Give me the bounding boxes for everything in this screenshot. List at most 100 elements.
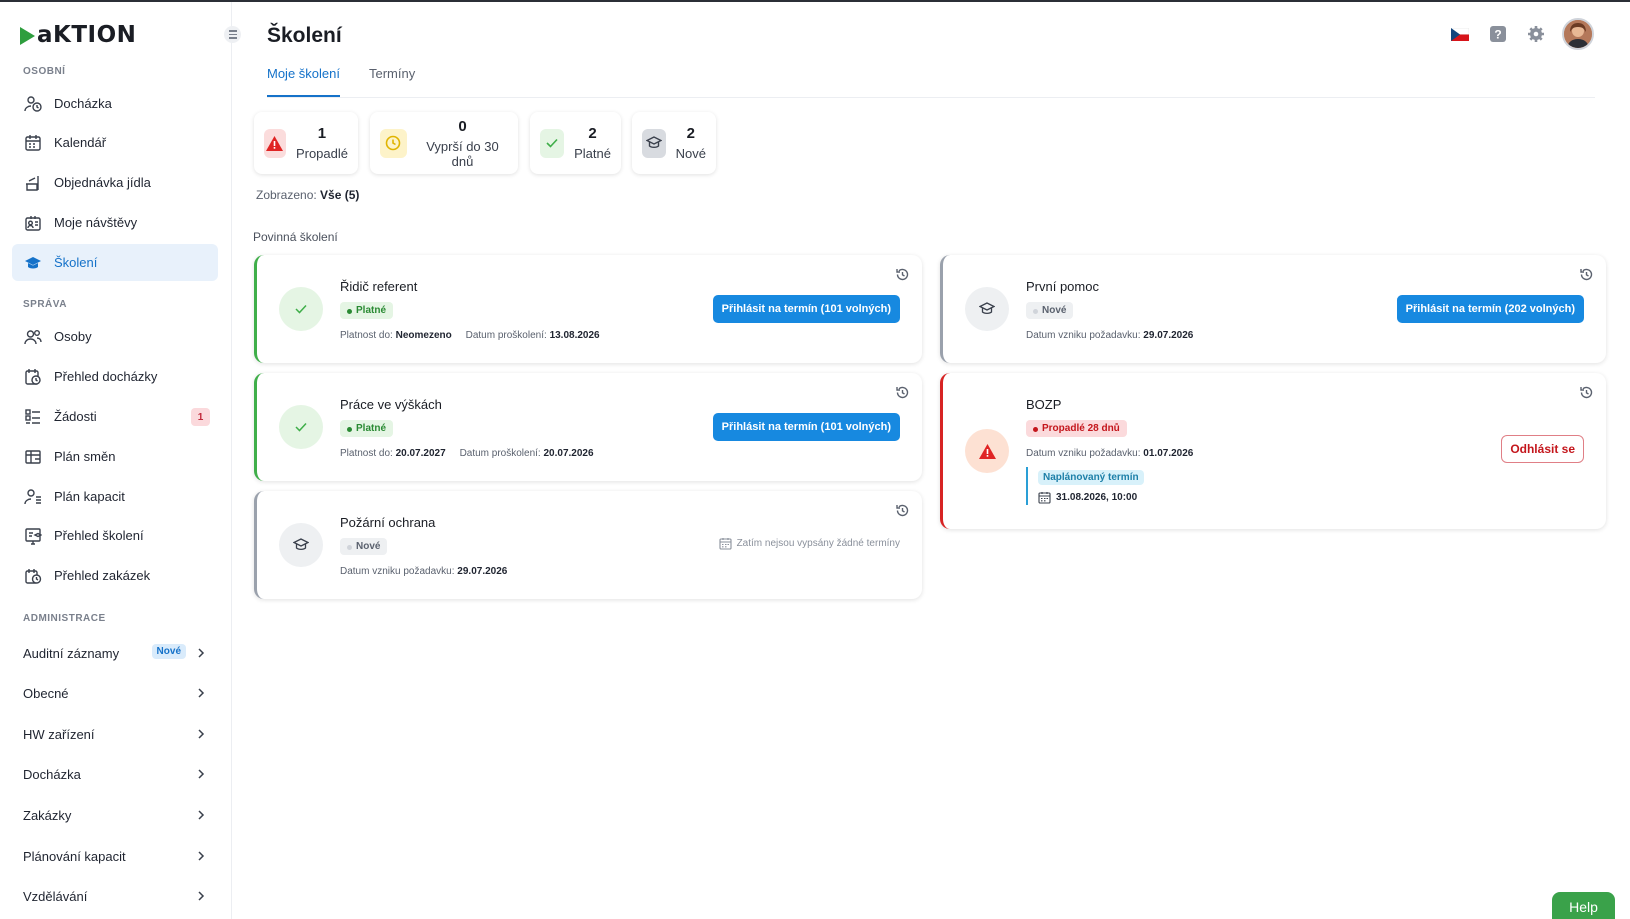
request-date-value: 01.07.2026 (1143, 448, 1194, 459)
sidebar-item-attendance-overview[interactable]: Přehled docházky (12, 358, 218, 395)
sidebar-item-label: Plánování kapacit (23, 848, 126, 864)
unregister-button[interactable]: Odhlásit se (1501, 435, 1584, 463)
aktion-logo[interactable]: aKTION (20, 24, 136, 47)
warning-icon (965, 429, 1009, 473)
chevron-right-icon (198, 688, 205, 698)
sidebar-item-label: Obecné (23, 685, 69, 701)
graduation-cap-icon (965, 287, 1009, 331)
sidebar-collapse-button[interactable] (224, 26, 241, 43)
display-filter-prefix: Zobrazeno: (256, 188, 317, 202)
sidebar-item-capacity-planning[interactable]: Plánování kapacit (23, 841, 208, 871)
capacity-plan-icon (24, 488, 42, 506)
display-filter-value: Vše (5) (320, 188, 360, 202)
sidebar-item-label: Docházka (23, 766, 81, 782)
history-icon[interactable] (895, 385, 910, 400)
logo-play-icon (20, 26, 35, 45)
sidebar-item-people[interactable]: Osoby (12, 318, 218, 355)
register-term-button[interactable]: Přihlásit na termín (101 volných) (712, 413, 900, 441)
chevron-right-icon (198, 851, 205, 861)
request-date-label: Datum vzniku požadavku: (1026, 448, 1141, 459)
no-terms-note: Zatím nejsou vypsány žádné termíny (719, 537, 900, 550)
training-card: Řidič referent Platné Platnost do: Neome… (254, 255, 922, 363)
check-icon (279, 405, 323, 449)
no-terms-text: Zatím nejsou vypsány žádné termíny (736, 538, 900, 549)
sidebar-item-general[interactable]: Obecné (23, 678, 208, 708)
status-badge: Propadlé 28 dnů (1026, 420, 1127, 437)
training-card: Práce ve výškách Platné Platnost do: 20.… (254, 373, 922, 481)
svg-text:?: ? (1494, 28, 1501, 42)
sidebar-item-education[interactable]: Vzdělávání (23, 881, 208, 911)
training-card: Požární ochrana Nové Datum vzniku požada… (254, 491, 922, 599)
history-icon[interactable] (895, 503, 910, 518)
status-badge: Platné (340, 420, 394, 437)
section-label-management: SPRÁVA (23, 299, 67, 310)
help-button[interactable]: Help (1552, 892, 1615, 919)
trained-date-label: Datum proškolení: (459, 448, 541, 459)
chevron-right-icon (198, 648, 205, 658)
sidebar-item-orders[interactable]: Zakázky (23, 800, 208, 830)
stat-card-expiring[interactable]: 0 Vyprší do 30 dnů (370, 112, 518, 174)
stat-card-new[interactable]: 2 Nové (632, 112, 716, 174)
register-term-button[interactable]: Přihlásit na termín (101 volných) (712, 295, 900, 323)
training-title: Práce ve výškách (340, 397, 442, 412)
sidebar: aKTION OSOBNÍ Docházka Kalendář Objednáv… (0, 2, 232, 919)
history-icon[interactable] (1579, 385, 1594, 400)
sidebar-item-meal-order[interactable]: Objednávka jídla (12, 164, 218, 201)
display-filter[interactable]: Zobrazeno: Vše (5) (256, 188, 359, 202)
sidebar-item-requests[interactable]: Žádosti 1 (12, 398, 218, 435)
history-icon[interactable] (1579, 267, 1594, 282)
planned-term-badge: Naplánovaný termín (1038, 470, 1144, 485)
graduation-cap-icon (24, 254, 42, 272)
training-meta: Platnost do: Neomezeno Datum proškolení:… (340, 330, 600, 341)
gear-icon[interactable] (1524, 22, 1548, 46)
tab-terms[interactable]: Termíny (369, 66, 415, 97)
check-icon (279, 287, 323, 331)
training-card: BOZP Propadlé 28 dnů Datum vzniku požada… (940, 373, 1606, 529)
valid-until-value: Neomezeno (395, 330, 452, 341)
sidebar-item-admin-attendance[interactable]: Docházka (23, 759, 208, 789)
training-title: Požární ochrana (340, 515, 436, 530)
visits-icon (24, 214, 42, 232)
register-term-button[interactable]: Přihlásit na termín (202 volných) (1396, 295, 1584, 323)
history-icon[interactable] (895, 267, 910, 282)
sidebar-item-label: Vzdělávání (23, 888, 88, 904)
logo-text: aKTION (37, 22, 137, 48)
graduation-cap-icon (642, 128, 666, 158)
sidebar-item-label: Přehled zakázek (54, 568, 151, 583)
sidebar-item-attendance[interactable]: Docházka (12, 85, 218, 122)
planned-term: Naplánovaný termín 31.08.2026, 10:00 (1026, 467, 1144, 505)
sidebar-item-capacity-plan[interactable]: Plán kapacit (12, 478, 218, 515)
sidebar-item-training-overview[interactable]: Přehled školení (12, 517, 218, 554)
training-meta: Datum vzniku požadavku: 29.07.2026 (1026, 330, 1193, 341)
people-icon (24, 328, 42, 346)
stat-label: Vyprší do 30 dnů (426, 138, 499, 169)
sidebar-item-hw-devices[interactable]: HW zařízení (23, 719, 208, 749)
stat-card-valid[interactable]: 2 Platné (530, 112, 621, 174)
training-title: Řidič referent (340, 279, 418, 294)
request-date-label: Datum vzniku požadavku: (1026, 330, 1141, 341)
user-avatar[interactable] (1562, 18, 1594, 50)
stat-card-expired[interactable]: 1 Propadlé (254, 112, 358, 174)
calendar-icon (24, 134, 42, 152)
stat-label: Propadlé (295, 146, 348, 161)
requests-icon (24, 408, 42, 426)
training-meta: Datum vzniku požadavku: 01.07.2026 (1026, 448, 1193, 459)
sidebar-item-label: Objednávka jídla (54, 175, 151, 190)
sidebar-item-shift-plan[interactable]: Plán směn (12, 438, 218, 475)
top-toolbar: ? (1448, 18, 1594, 50)
sidebar-item-label: Kalendář (54, 135, 107, 150)
request-date-value: 29.07.2026 (1143, 330, 1194, 341)
tab-my-training[interactable]: Moje školení (267, 66, 340, 97)
czech-flag-icon[interactable] (1448, 22, 1472, 46)
sidebar-item-label: Přehled školení (54, 528, 144, 543)
sidebar-item-orders-overview[interactable]: Přehled zakázek (12, 557, 218, 594)
chevron-right-icon (198, 729, 205, 739)
sidebar-item-training[interactable]: Školení (12, 244, 218, 281)
sidebar-item-label: Žádosti (54, 409, 97, 424)
stat-label: Platné (574, 146, 611, 161)
sidebar-item-calendar[interactable]: Kalendář (12, 124, 218, 161)
page-title: Školení (267, 24, 342, 47)
help-question-icon[interactable]: ? (1486, 22, 1510, 46)
sidebar-item-audit-logs[interactable]: Auditní záznamy Nové (23, 638, 208, 668)
sidebar-item-my-visits[interactable]: Moje návštěvy (12, 204, 218, 241)
